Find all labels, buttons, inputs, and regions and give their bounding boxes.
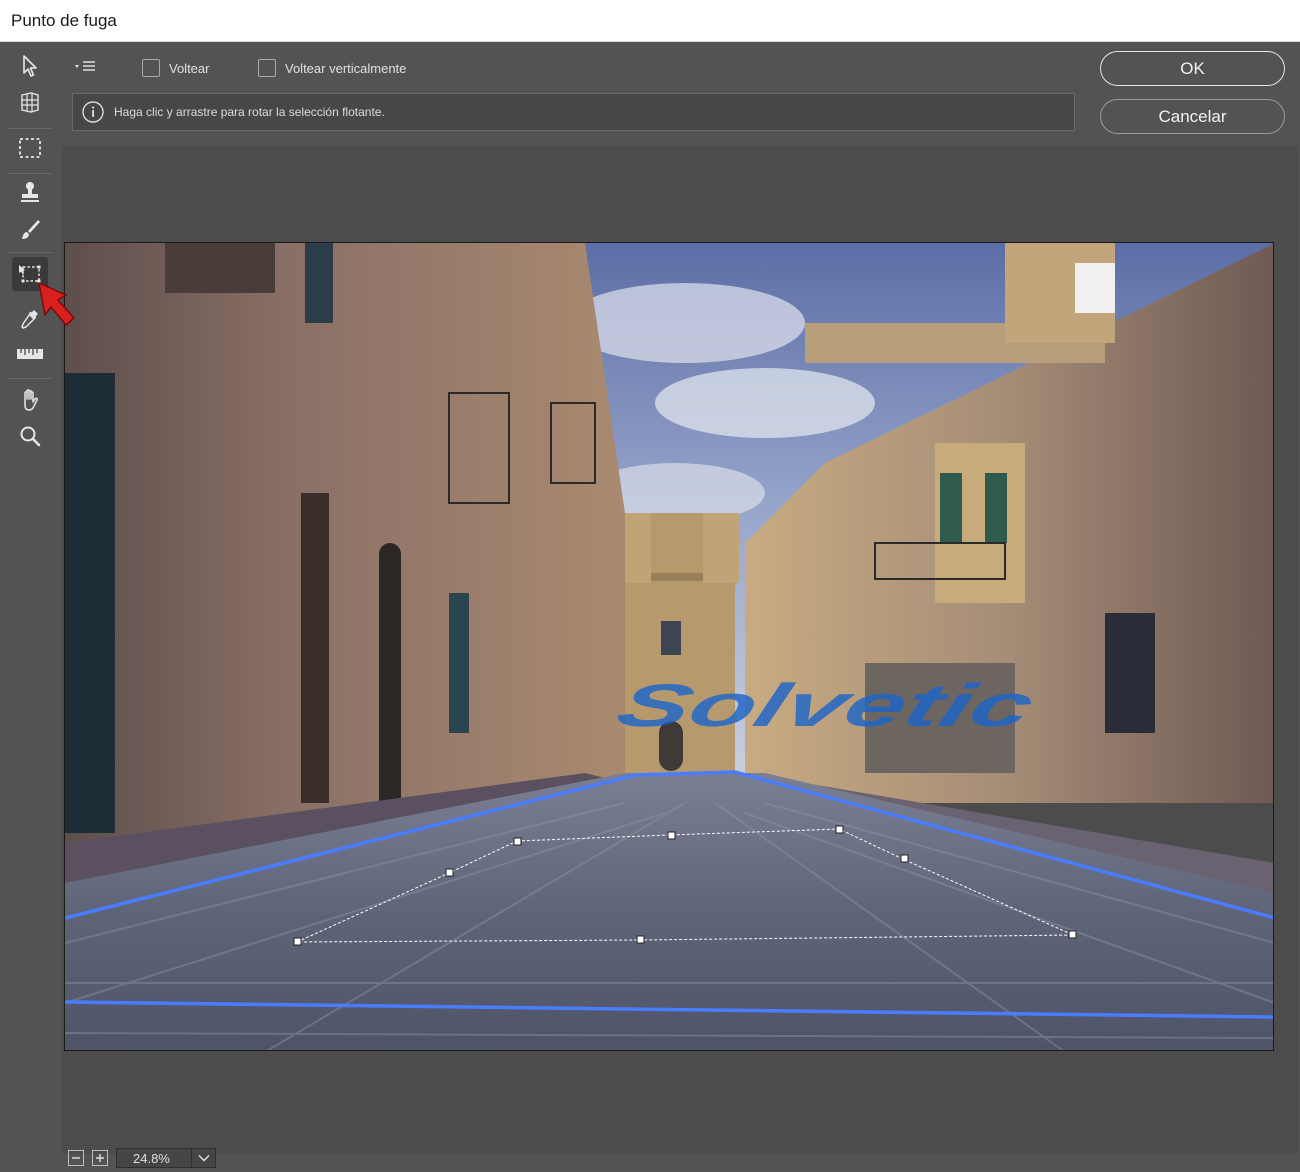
brush-tool[interactable] [12,213,48,247]
selection-handle[interactable] [667,831,676,840]
flip-checkbox-box[interactable] [142,59,160,77]
watermark-text: Solvetic [609,671,1043,739]
window-title: Punto de fuga [11,11,117,30]
edit-plane-tool[interactable] [12,49,48,83]
chevron-down-icon [197,1154,210,1162]
red-annotation-arrow [38,282,75,326]
dashed-rectangle-icon [19,138,41,158]
street-photo[interactable]: Solvetic [64,242,1274,1051]
brush-icon [22,220,40,239]
zoom-tool[interactable] [12,419,48,453]
tool-panel [0,42,60,1172]
stamp-tool[interactable] [12,175,48,209]
zoom-in-button[interactable] [92,1150,108,1166]
selection-handle[interactable] [1068,930,1077,939]
flip-checkbox-label: Voltear [169,60,210,76]
zoom-level-field[interactable]: 24.8% [116,1148,216,1168]
selection-handle[interactable] [835,825,844,834]
selection-handle[interactable] [636,935,645,944]
title-bar: Punto de fuga [0,0,1300,42]
zoom-dropdown[interactable] [191,1149,215,1167]
magnifier-icon [20,426,41,447]
zoom-out-button[interactable] [68,1150,84,1166]
plane-bottom-edge[interactable] [65,1000,1274,1019]
toolbar-divider [8,378,52,379]
info-bar: Haga clic y arrastre para rotar la selec… [72,93,1075,131]
hand-tool[interactable] [12,383,48,417]
marquee-tool[interactable] [12,131,48,165]
grid-plane-icon [21,92,39,113]
selection-handle[interactable] [293,937,302,946]
plus-icon [96,1154,104,1162]
selection-handle[interactable] [900,854,909,863]
flip-checkbox[interactable]: Voltear [142,58,209,78]
cancel-button[interactable]: Cancelar [1100,99,1285,134]
selection-handle[interactable] [513,837,522,846]
ruler-icon [17,349,43,359]
perspective-plane[interactable]: Solvetic [65,243,1274,1051]
menu-dropdown-icon [75,61,95,71]
measure-tool[interactable] [12,337,48,371]
arrow-pointer-icon [23,55,37,77]
selection-handle[interactable] [445,868,454,877]
flip-vertical-checkbox-label: Voltear verticalmente [285,60,407,76]
minus-icon [72,1157,80,1159]
floating-selection[interactable] [296,828,1074,943]
plane-top-edge[interactable] [65,770,1274,920]
ok-button[interactable]: OK [1100,51,1285,86]
stamp-icon [21,182,39,202]
zoom-controls: 24.8% [68,1148,216,1168]
info-icon [82,101,104,123]
info-message: Haga clic y arrastre para rotar la selec… [114,105,385,119]
vanishing-point-dialog: Voltear Voltear verticalmente Haga clic … [0,42,1300,1172]
toolbar-divider [8,252,52,253]
toolbar-divider [8,128,52,129]
tool-options-menu[interactable] [72,58,98,76]
create-plane-tool[interactable] [12,85,48,119]
zoom-level-value: 24.8% [133,1150,170,1166]
flip-vertical-checkbox[interactable]: Voltear verticalmente [258,58,406,78]
flip-vertical-checkbox-box[interactable] [258,59,276,77]
canvas-area[interactable]: Solvetic [62,146,1298,1154]
toolbar-divider [8,173,52,174]
hand-icon [24,389,38,411]
